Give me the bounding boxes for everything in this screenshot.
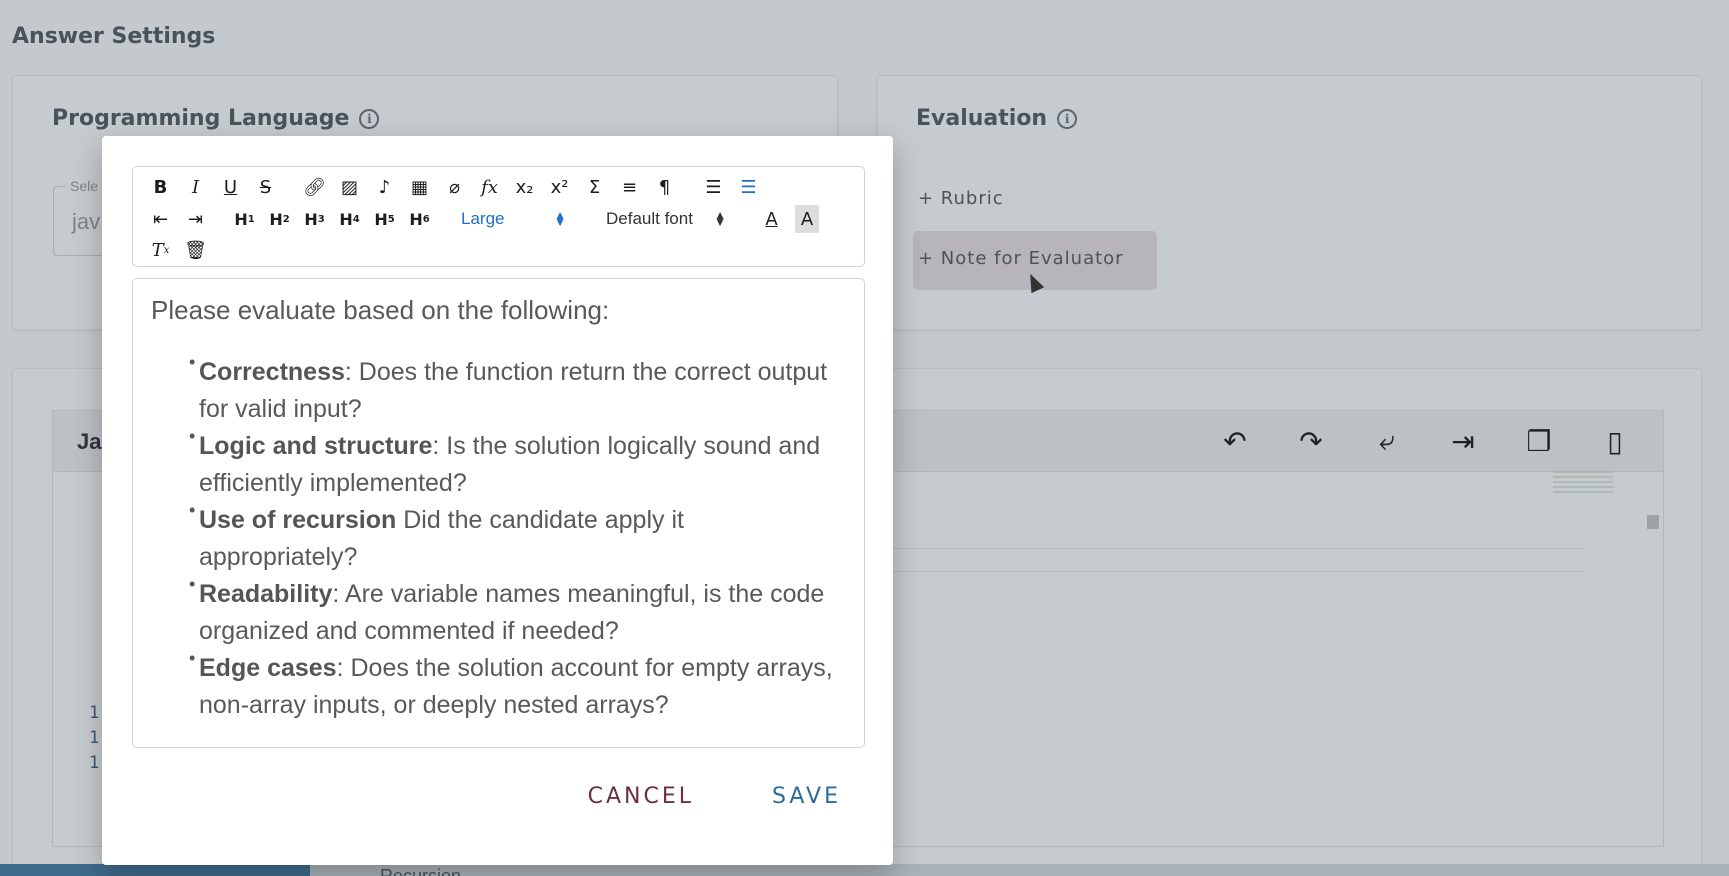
redo-icon[interactable]: ↷	[1293, 423, 1329, 459]
editor-toolbar: ↶ ↷ ⤶ ⇥ ❐ ▯	[1217, 423, 1633, 459]
evaluation-title: Evaluation i	[916, 106, 1078, 131]
heading-3-icon[interactable]: H3	[297, 205, 332, 233]
note-editor-content[interactable]: Please evaluate based on the following: …	[132, 278, 865, 748]
bottom-bar-text: Recursion	[380, 866, 462, 876]
add-rubric-button[interactable]: + Rubric	[918, 188, 1004, 209]
editor-minimap[interactable]	[1553, 471, 1613, 495]
select-arrows-icon: ▲ ▼	[714, 208, 726, 229]
heading-6-icon[interactable]: H6	[402, 205, 437, 233]
bottom-bar	[0, 864, 1729, 876]
select-arrows-icon: ▲ ▼	[554, 208, 566, 229]
heading-4-icon[interactable]: H4	[332, 205, 367, 233]
heading-5-icon[interactable]: H5	[367, 205, 402, 233]
dialog-actions: CANCEL SAVE	[588, 784, 841, 809]
italic-icon[interactable]: I	[178, 173, 213, 201]
font-family-select[interactable]: Default font ▲ ▼	[606, 205, 726, 233]
line-numbers: 1 1 1	[89, 703, 100, 773]
criteria-item: • Correctness: Does the function return t…	[189, 352, 828, 423]
rich-text-toolbar: B I U S 🔗︎ ▨ ♪ ▦ ⌀ fx x₂ x² Σ ≡ ¶ ☰ ☰ ⇤ …	[132, 166, 865, 267]
subscript-icon[interactable]: x₂	[507, 173, 542, 201]
info-icon[interactable]: i	[1057, 108, 1078, 129]
superscript-icon[interactable]: x²	[542, 173, 577, 201]
link-icon[interactable]: 🔗︎	[297, 173, 332, 201]
evaluation-card: Evaluation i + Rubric + Note for Evaluat…	[877, 75, 1702, 330]
audio-icon[interactable]: ♪	[367, 173, 402, 201]
underline-icon[interactable]: U	[213, 173, 248, 201]
heading-2-icon[interactable]: H2	[262, 205, 297, 233]
copy-icon[interactable]: ❐	[1521, 423, 1557, 459]
clear-formatting-icon[interactable]: Tx	[143, 236, 178, 264]
note-for-evaluator-button[interactable]: + Note for Evaluator	[918, 248, 1124, 269]
criteria-item: • Logic and structure: Is the solution lo…	[189, 426, 821, 497]
indent-icon[interactable]: ⇥	[178, 205, 213, 233]
save-button[interactable]: SAVE	[772, 784, 841, 809]
undo-icon[interactable]: ↶	[1217, 423, 1253, 459]
toolbar-row-2: ⇤ ⇥ H1 H2 H3 H4 H5 H6 Large ▲ ▼ Default f…	[143, 205, 819, 233]
programming-language-title: Programming Language i	[52, 106, 380, 131]
editor-language-label: Ja	[77, 429, 102, 454]
criteria-item: • Use of recursion Did the candidate appl…	[189, 500, 684, 571]
editor-line	[893, 548, 1583, 549]
criteria-item: • Edge cases: Does the solution account f…	[189, 648, 833, 719]
outdent-icon[interactable]: ⇤	[143, 205, 178, 233]
page-title: Answer Settings	[12, 24, 216, 49]
font-color-icon[interactable]: A	[754, 205, 789, 233]
bold-icon[interactable]: B	[143, 173, 178, 201]
language-select-value: jav	[72, 209, 101, 234]
wrap-icon[interactable]: ⤶	[1369, 423, 1405, 459]
criteria-item: • Readability: Are variable names meaning…	[189, 574, 825, 645]
mobile-icon[interactable]: ▯	[1597, 423, 1633, 459]
strikethrough-icon[interactable]: S	[248, 173, 283, 201]
background-color-icon[interactable]: A	[795, 205, 819, 233]
indent-icon[interactable]: ⇥	[1445, 423, 1481, 459]
align-icon[interactable]: ≡	[612, 173, 647, 201]
toolbar-row-1: B I U S 🔗︎ ▨ ♪ ▦ ⌀ fx x₂ x² Σ ≡ ¶ ☰ ☰	[143, 173, 766, 201]
sigma-icon[interactable]: Σ	[577, 173, 612, 201]
font-size-select[interactable]: Large ▲ ▼	[461, 205, 566, 233]
formula-icon[interactable]: fx	[472, 173, 507, 201]
note-for-evaluator-dialog: B I U S 🔗︎ ▨ ♪ ▦ ⌀ fx x₂ x² Σ ≡ ¶ ☰ ☰ ⇤ …	[102, 136, 893, 865]
cancel-button[interactable]: CANCEL	[588, 784, 694, 809]
info-icon[interactable]: i	[359, 108, 380, 129]
attachment-icon[interactable]: ⌀	[437, 173, 472, 201]
note-intro: Please evaluate based on the following:	[151, 295, 610, 325]
ordered-list-icon[interactable]: ☰	[696, 173, 731, 201]
image-icon[interactable]: ▨	[332, 173, 367, 201]
editor-line	[893, 571, 1583, 572]
trash-icon[interactable]: 🗑︎	[178, 236, 213, 264]
editor-scrollbar[interactable]	[1647, 515, 1659, 529]
paragraph-direction-icon[interactable]: ¶	[647, 173, 682, 201]
video-icon[interactable]: ▦	[402, 173, 437, 201]
unordered-list-icon[interactable]: ☰	[731, 173, 766, 201]
heading-1-icon[interactable]: H1	[227, 205, 262, 233]
toolbar-row-3: Tx 🗑︎	[143, 236, 213, 264]
